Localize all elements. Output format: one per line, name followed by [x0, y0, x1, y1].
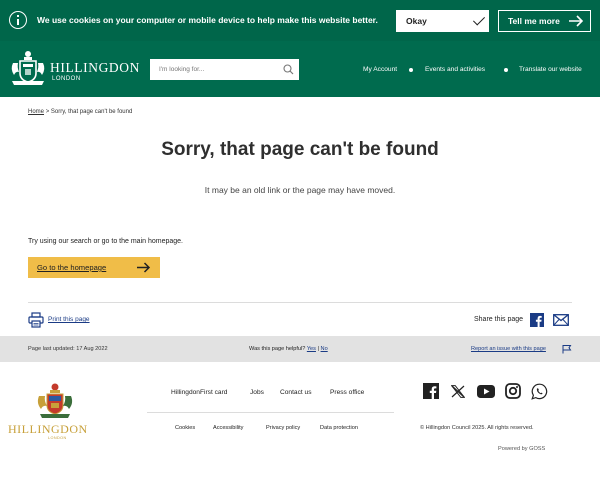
nav-my-account[interactable]: My Account: [363, 66, 397, 73]
logo-wordmark[interactable]: HILLINGDON: [50, 60, 140, 76]
helpful-no-link[interactable]: No: [321, 346, 328, 352]
go-to-homepage-button[interactable]: Go to the homepage: [28, 257, 160, 278]
check-icon: [472, 13, 486, 26]
footer-logo-subtitle: LONDON: [48, 436, 67, 440]
arrow-right-icon: [137, 262, 151, 273]
info-icon: [9, 11, 27, 29]
crest-icon[interactable]: [9, 49, 47, 89]
okay-label: Okay: [406, 16, 427, 26]
breadcrumb: Home > Sorry, that page can't be found: [28, 109, 132, 115]
footer-link-cookies[interactable]: Cookies: [175, 425, 195, 431]
tell-me-more-label: Tell me more: [508, 16, 560, 26]
nav-separator-dot: [504, 68, 508, 72]
page-title: Sorry, that page can't be found: [161, 139, 439, 160]
footer-divider: [147, 412, 394, 413]
facebook-share-icon[interactable]: [530, 313, 544, 327]
search-icon[interactable]: [283, 64, 294, 75]
breadcrumb-current: Sorry, that page can't be found: [50, 109, 133, 115]
footer-link-accessibility[interactable]: Accessibility: [213, 425, 243, 431]
footer-link-hillingdonfirst[interactable]: HillingdonFirst card: [171, 389, 227, 396]
report-issue-link[interactable]: Report an issue with this page: [471, 346, 546, 352]
helpful-separator: |: [317, 346, 319, 352]
helpful-question: Was this page helpful?: [249, 346, 306, 352]
powered-by-link[interactable]: Powered by GOSS: [498, 446, 545, 452]
flag-icon[interactable]: [562, 344, 572, 354]
footer-link-data-protection[interactable]: Data protection: [320, 425, 358, 431]
email-share-icon[interactable]: [553, 314, 569, 326]
content-divider: [28, 302, 572, 303]
nav-events[interactable]: Events and activities: [425, 66, 485, 73]
page-helpful-prompt: Was this page helpful? Yes | No: [249, 346, 328, 352]
instagram-icon[interactable]: [505, 383, 521, 399]
printer-icon[interactable]: [28, 312, 44, 328]
print-page-link[interactable]: Print this page: [48, 316, 90, 323]
cookie-banner: We use cookies on your computer or mobil…: [0, 0, 600, 41]
cookie-okay-button[interactable]: Okay: [396, 10, 489, 32]
homepage-button-label: Go to the homepage: [37, 263, 107, 272]
whatsapp-icon[interactable]: [531, 383, 548, 400]
x-icon[interactable]: [451, 385, 465, 398]
search-box: [150, 59, 299, 80]
nav-separator-dot: [409, 68, 413, 72]
facebook-icon[interactable]: [423, 383, 439, 399]
arrow-right-icon: [569, 15, 584, 27]
breadcrumb-home-link[interactable]: Home: [28, 109, 44, 115]
footer-crest-icon: [37, 383, 73, 418]
cookie-tell-me-more-button[interactable]: Tell me more: [498, 10, 591, 32]
nav-translate[interactable]: Translate our website: [519, 66, 582, 73]
copyright-text: © Hillingdon Council 2025. All rights re…: [420, 425, 534, 431]
breadcrumb-separator: >: [45, 109, 50, 115]
last-updated-text: Page last updated: 17 Aug 2022: [28, 346, 108, 352]
footer-link-privacy[interactable]: Privacy policy: [266, 425, 300, 431]
cookie-message: We use cookies on your computer or mobil…: [37, 15, 378, 25]
logo-subtitle: LONDON: [52, 76, 81, 82]
search-hint-text: Try using our search or go to the main h…: [28, 238, 183, 245]
site-header: HILLINGDON LONDON My Account Events and …: [0, 41, 600, 97]
youtube-icon[interactable]: [477, 385, 495, 398]
helpful-yes-link[interactable]: Yes: [307, 346, 316, 352]
lead-text: It may be an old link or the page may ha…: [204, 185, 396, 195]
share-label: Share this page: [474, 316, 524, 323]
footer-logo-wordmark[interactable]: HILLINGDON: [8, 422, 88, 437]
footer-link-contact[interactable]: Contact us: [280, 389, 312, 396]
footer-link-jobs[interactable]: Jobs: [250, 389, 264, 396]
search-input[interactable]: [150, 59, 280, 80]
footer-link-press[interactable]: Press office: [330, 389, 364, 396]
